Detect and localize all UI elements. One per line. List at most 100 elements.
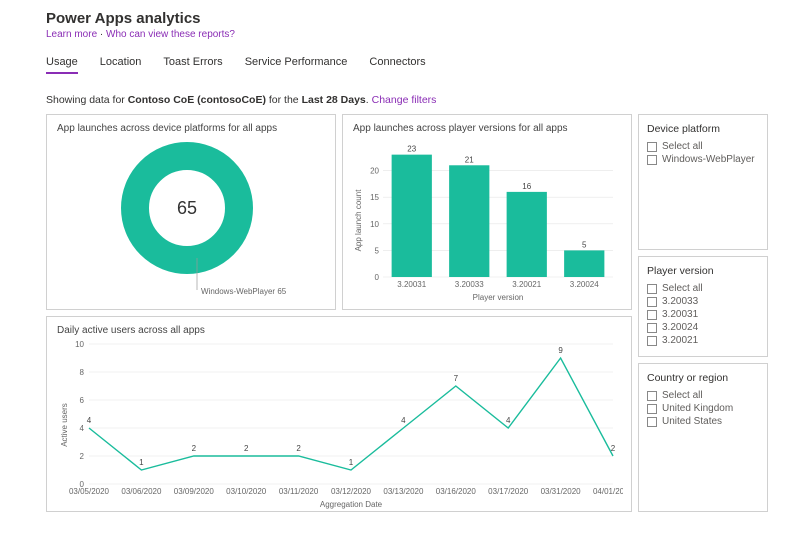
svg-text:03/31/2020: 03/31/2020: [541, 487, 582, 496]
svg-text:2: 2: [296, 444, 301, 453]
who-can-view-link[interactable]: Who can view these reports?: [106, 29, 235, 40]
svg-text:15: 15: [370, 193, 379, 202]
svg-text:20: 20: [370, 167, 379, 176]
subtitle-links: Learn more · Who can view these reports?: [46, 29, 788, 40]
donut-card-title: App launches across device platforms for…: [57, 123, 325, 134]
checkbox-label: Select all: [662, 141, 703, 152]
svg-text:03/13/2020: 03/13/2020: [383, 487, 424, 496]
checkbox-label: 3.20033: [662, 296, 698, 307]
line-card: Daily active users across all apps 02468…: [46, 316, 632, 512]
svg-text:3.20024: 3.20024: [570, 280, 599, 289]
svg-text:03/12/2020: 03/12/2020: [331, 487, 372, 496]
checkbox-icon: [647, 391, 657, 401]
checkbox-label: 3.20021: [662, 335, 698, 346]
svg-text:03/06/2020: 03/06/2020: [121, 487, 162, 496]
player-filter-option[interactable]: 3.20033: [647, 296, 759, 307]
svg-text:03/05/2020: 03/05/2020: [69, 487, 110, 496]
svg-text:10: 10: [75, 340, 84, 349]
checkbox-icon: [647, 310, 657, 320]
tabs: Usage Location Toast Errors Service Perform…: [46, 56, 788, 74]
svg-text:2: 2: [192, 444, 197, 453]
device-filter-title: Device platform: [647, 123, 759, 135]
checkbox-label: Select all: [662, 390, 703, 401]
svg-text:2: 2: [80, 452, 85, 461]
tab-usage[interactable]: Usage: [46, 56, 78, 74]
checkbox-icon: [647, 404, 657, 414]
checkbox-label: 3.20031: [662, 309, 698, 320]
tab-location[interactable]: Location: [100, 56, 142, 72]
checkbox-label: United States: [662, 416, 722, 427]
svg-text:App launch count: App launch count: [354, 189, 363, 252]
svg-text:03/16/2020: 03/16/2020: [436, 487, 477, 496]
change-filters-link[interactable]: Change filters: [372, 94, 437, 106]
line-chart: 0246810Active users403/05/2020103/06/202…: [57, 340, 623, 510]
tab-toast-errors[interactable]: Toast Errors: [163, 56, 222, 72]
svg-text:1: 1: [139, 458, 144, 467]
donut-center-value: 65: [177, 198, 197, 218]
player-filter-option[interactable]: 3.20021: [647, 335, 759, 346]
svg-text:0: 0: [375, 273, 380, 282]
bar-card-title: App launches across player versions for …: [353, 123, 621, 134]
country-filter-option[interactable]: United States: [647, 416, 759, 427]
checkbox-icon: [647, 284, 657, 294]
svg-text:7: 7: [454, 374, 459, 383]
svg-text:4: 4: [87, 416, 92, 425]
svg-text:6: 6: [80, 396, 85, 405]
checkbox-label: 3.20024: [662, 322, 698, 333]
player-filter-option[interactable]: 3.20024: [647, 322, 759, 333]
svg-text:5: 5: [582, 240, 587, 249]
country-filter-option[interactable]: United Kingdom: [647, 403, 759, 414]
svg-text:03/11/2020: 03/11/2020: [279, 487, 319, 496]
tab-service-performance[interactable]: Service Performance: [245, 56, 348, 72]
device-filter-card: Device platform Select all Windows-WebPla…: [638, 114, 768, 250]
svg-text:03/17/2020: 03/17/2020: [488, 487, 529, 496]
donut-card: App launches across device platforms for…: [46, 114, 336, 310]
svg-text:10: 10: [370, 220, 379, 229]
donut-legend: Windows-WebPlayer 65: [201, 287, 287, 296]
tab-connectors[interactable]: Connectors: [369, 56, 425, 72]
checkbox-label: Select all: [662, 283, 703, 294]
line-card-title: Daily active users across all apps: [57, 325, 621, 336]
bar-card: App launches across player versions for …: [342, 114, 632, 310]
svg-text:3.20021: 3.20021: [512, 280, 541, 289]
checkbox-icon: [647, 417, 657, 427]
svg-text:8: 8: [80, 368, 85, 377]
learn-more-link[interactable]: Learn more: [46, 29, 97, 40]
svg-text:1: 1: [349, 458, 354, 467]
page-title: Power Apps analytics: [46, 10, 788, 27]
svg-text:3.20033: 3.20033: [455, 280, 484, 289]
svg-text:2: 2: [244, 444, 249, 453]
device-filter-option[interactable]: Select all: [647, 141, 759, 152]
player-filter-card: Player version Select all 3.20033 3.20031 3…: [638, 256, 768, 357]
svg-text:23: 23: [407, 145, 416, 154]
svg-text:3.20031: 3.20031: [397, 280, 426, 289]
svg-text:9: 9: [558, 346, 563, 355]
player-filter-option[interactable]: 3.20031: [647, 309, 759, 320]
svg-text:03/09/2020: 03/09/2020: [174, 487, 215, 496]
country-filter-option[interactable]: Select all: [647, 390, 759, 401]
svg-text:Player version: Player version: [473, 293, 524, 302]
player-filter-option[interactable]: Select all: [647, 283, 759, 294]
player-filter-title: Player version: [647, 265, 759, 277]
svg-text:Active users: Active users: [60, 403, 69, 447]
checkbox-icon: [647, 323, 657, 333]
checkbox-icon: [647, 142, 657, 152]
checkbox-label: Windows-WebPlayer: [662, 154, 755, 165]
svg-text:04/01/2020: 04/01/2020: [593, 487, 623, 496]
svg-text:21: 21: [465, 155, 474, 164]
svg-text:16: 16: [522, 182, 531, 191]
checkbox-icon: [647, 297, 657, 307]
svg-text:4: 4: [506, 416, 511, 425]
checkbox-label: United Kingdom: [662, 403, 733, 414]
svg-text:4: 4: [401, 416, 406, 425]
checkbox-icon: [647, 155, 657, 165]
svg-text:Aggregation Date: Aggregation Date: [320, 500, 383, 509]
bar-chart: 0 5 10 15 20 App launch count 23 3.20031 21 3.200…: [353, 138, 621, 303]
device-filter-option[interactable]: Windows-WebPlayer: [647, 154, 759, 165]
svg-text:03/10/2020: 03/10/2020: [226, 487, 267, 496]
donut-chart: 65 Windows-WebPlayer 65: [57, 138, 325, 303]
country-filter-title: Country or region: [647, 372, 759, 384]
svg-text:2: 2: [611, 444, 616, 453]
svg-text:5: 5: [375, 246, 380, 255]
filter-summary: Showing data for Contoso CoE (contosoCoE…: [46, 94, 788, 106]
